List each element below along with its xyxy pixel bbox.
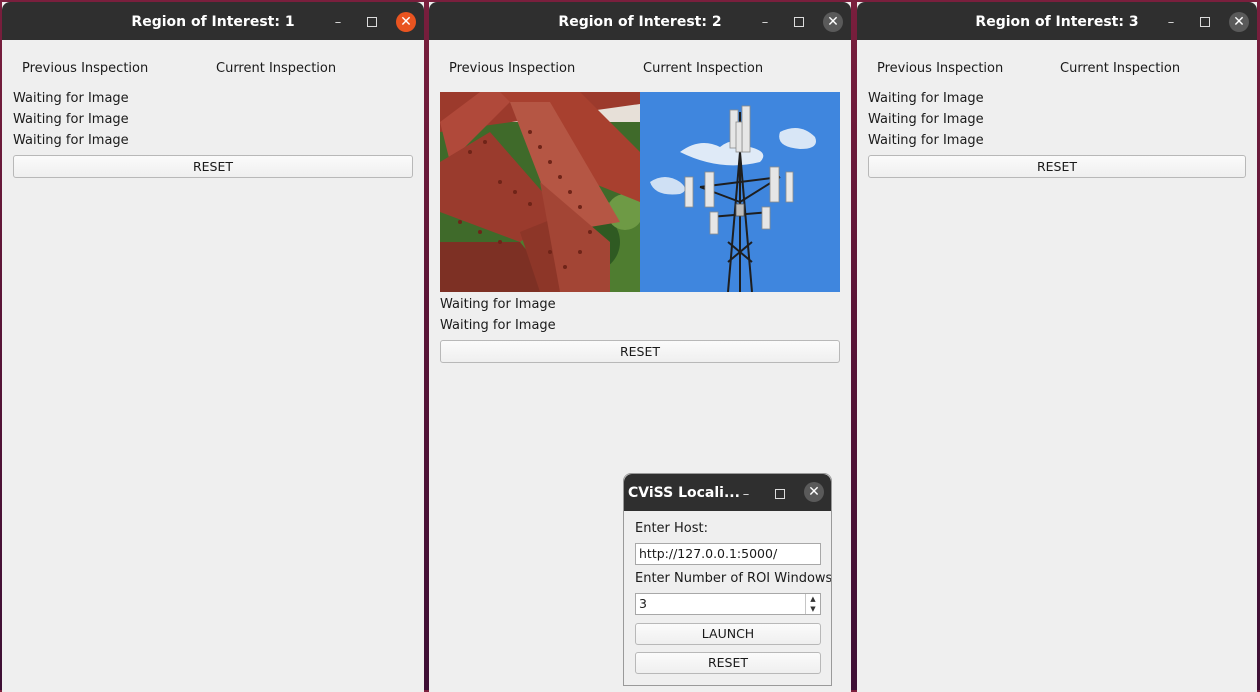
- window-title: CViSS Locali...: [628, 485, 740, 501]
- title-bar[interactable]: Region of Interest: 3 – ✕: [857, 2, 1257, 40]
- roi-window-1: Region of Interest: 1 – ✕ Previous Inspe…: [2, 2, 424, 692]
- close-icon[interactable]: ✕: [804, 482, 824, 502]
- status-label: Waiting for Image: [868, 112, 984, 127]
- dialog-content: Enter Host: http://127.0.0.1:5000/ Enter…: [624, 511, 831, 685]
- chevron-down-icon[interactable]: ▼: [806, 604, 820, 614]
- previous-inspection-label: Previous Inspection: [449, 61, 576, 76]
- window-title: Region of Interest: 2: [558, 14, 722, 30]
- reset-button[interactable]: RESET: [440, 340, 840, 363]
- status-label: Waiting for Image: [13, 112, 129, 127]
- close-icon[interactable]: ✕: [1229, 12, 1249, 32]
- reset-button[interactable]: RESET: [868, 155, 1246, 178]
- maximize-icon[interactable]: [362, 12, 382, 32]
- spinbox-arrows[interactable]: ▲ ▼: [805, 594, 820, 614]
- maximize-icon[interactable]: [770, 484, 790, 504]
- minimize-icon[interactable]: –: [736, 484, 756, 504]
- previous-inspection-image: [440, 92, 640, 292]
- title-bar[interactable]: CViSS Locali... – ✕: [624, 474, 831, 511]
- previous-inspection-label: Previous Inspection: [877, 61, 1004, 76]
- host-label: Enter Host:: [635, 521, 709, 536]
- roi-count-label: Enter Number of ROI Windows.: [635, 571, 832, 586]
- minimize-icon[interactable]: –: [1161, 12, 1181, 32]
- window-title: Region of Interest: 1: [131, 14, 295, 30]
- maximize-icon[interactable]: [1195, 12, 1215, 32]
- roi-count-value: 3: [639, 596, 647, 611]
- status-label: Waiting for Image: [868, 133, 984, 148]
- current-inspection-label: Current Inspection: [643, 61, 764, 76]
- reset-button[interactable]: RESET: [635, 652, 821, 674]
- current-inspection-label: Current Inspection: [216, 61, 337, 76]
- steel-truss-image: [440, 92, 640, 292]
- title-bar[interactable]: Region of Interest: 1 – ✕: [2, 2, 424, 40]
- window-content: Previous Inspection Current Inspection W…: [857, 40, 1257, 692]
- status-label: Waiting for Image: [868, 91, 984, 106]
- window-content: Previous Inspection Current Inspection W…: [2, 40, 424, 692]
- minimize-icon[interactable]: –: [328, 12, 348, 32]
- roi-count-spinbox[interactable]: 3 ▲ ▼: [635, 593, 821, 615]
- close-icon[interactable]: ✕: [396, 12, 416, 32]
- maximize-icon[interactable]: [789, 12, 809, 32]
- current-inspection-image: [640, 92, 840, 292]
- minimize-icon[interactable]: –: [755, 12, 775, 32]
- close-icon[interactable]: ✕: [823, 12, 843, 32]
- cell-tower-image: [640, 92, 840, 292]
- status-label: Waiting for Image: [13, 133, 129, 148]
- chevron-up-icon[interactable]: ▲: [806, 594, 820, 604]
- status-label: Waiting for Image: [440, 318, 556, 333]
- previous-inspection-label: Previous Inspection: [22, 61, 149, 76]
- title-bar[interactable]: Region of Interest: 2 – ✕: [429, 2, 851, 40]
- status-label: Waiting for Image: [13, 91, 129, 106]
- current-inspection-label: Current Inspection: [1060, 61, 1181, 76]
- launch-button[interactable]: LAUNCH: [635, 623, 821, 645]
- status-label: Waiting for Image: [440, 297, 556, 312]
- launcher-dialog: CViSS Locali... – ✕ Enter Host: http://1…: [623, 473, 832, 686]
- reset-button[interactable]: RESET: [13, 155, 413, 178]
- roi-window-3: Region of Interest: 3 – ✕ Previous Inspe…: [857, 2, 1257, 692]
- host-input[interactable]: http://127.0.0.1:5000/: [635, 543, 821, 565]
